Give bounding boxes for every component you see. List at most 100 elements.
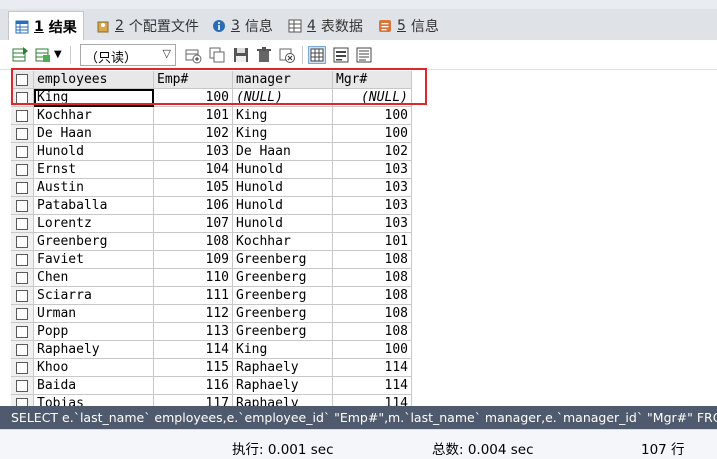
table-row[interactable]: Faviet 109 Greenberg 108	[11, 251, 412, 269]
cell-employees[interactable]: Pataballa	[34, 197, 154, 215]
table-row[interactable]: Khoo 115 Raphaely 114	[11, 359, 412, 377]
row-selector-cell[interactable]	[11, 359, 34, 377]
cell-manager[interactable]: De Haan	[233, 143, 333, 161]
cell-mgr-id[interactable]: 103	[333, 179, 412, 197]
tab-results[interactable]: 1 结果	[8, 11, 84, 41]
cell-mgr-id[interactable]: 108	[333, 251, 412, 269]
cell-mgr-id[interactable]: 103	[333, 197, 412, 215]
row-selector-cell[interactable]	[11, 197, 34, 215]
row-checkbox[interactable]	[16, 128, 28, 140]
row-selector-cell[interactable]	[11, 269, 34, 287]
grid-view-icon[interactable]	[308, 46, 326, 64]
result-grid[interactable]: employees Emp# manager Mgr# King 100 (NULL…	[11, 70, 412, 406]
cell-emp-id[interactable]: 106	[154, 197, 233, 215]
import-icon[interactable]	[34, 46, 52, 64]
cell-mgr-id[interactable]: 114	[333, 359, 412, 377]
table-row[interactable]: Raphaely 114 King 100	[11, 341, 412, 359]
cell-manager[interactable]: Kochhar	[233, 233, 333, 251]
row-selector-cell[interactable]	[11, 107, 34, 125]
cell-mgr-id[interactable]: 103	[333, 215, 412, 233]
row-checkbox[interactable]	[16, 146, 28, 158]
table-row[interactable]: Popp 113 Greenberg 108	[11, 323, 412, 341]
cell-employees[interactable]: Chen	[34, 269, 154, 287]
cell-emp-id[interactable]: 101	[154, 107, 233, 125]
cell-emp-id[interactable]: 115	[154, 359, 233, 377]
row-checkbox[interactable]	[16, 272, 28, 284]
row-selector-cell[interactable]	[11, 233, 34, 251]
cell-manager[interactable]: Hunold	[233, 179, 333, 197]
cell-emp-id[interactable]: 116	[154, 377, 233, 395]
table-row[interactable]: Austin 105 Hunold 103	[11, 179, 412, 197]
row-checkbox[interactable]	[16, 218, 28, 230]
table-row[interactable]: De Haan 102 King 100	[11, 125, 412, 143]
row-checkbox[interactable]	[16, 326, 28, 338]
tab-info[interactable]: 3 信息	[206, 12, 279, 40]
table-row[interactable]: Hunold 103 De Haan 102	[11, 143, 412, 161]
row-selector-cell[interactable]	[11, 305, 34, 323]
cell-employees[interactable]: Sciarra	[34, 287, 154, 305]
row-selector-cell[interactable]	[11, 341, 34, 359]
cell-mgr-id[interactable]: 114	[333, 377, 412, 395]
row-selector-cell[interactable]	[11, 125, 34, 143]
cell-mgr-id[interactable]: 108	[333, 323, 412, 341]
cell-manager[interactable]: Raphaely	[233, 395, 333, 406]
tab-table-data[interactable]: 4 表数据	[282, 12, 369, 40]
tab-profiles[interactable]: 2 个配置文件	[90, 12, 205, 40]
cell-employees[interactable]: Khoo	[34, 359, 154, 377]
row-checkbox[interactable]	[16, 308, 28, 320]
cell-mgr-id[interactable]: 102	[333, 143, 412, 161]
row-selector-cell[interactable]	[11, 179, 34, 197]
row-checkbox[interactable]	[16, 200, 28, 212]
cell-emp-id[interactable]: 105	[154, 179, 233, 197]
cell-employees[interactable]: Faviet	[34, 251, 154, 269]
delete-icon[interactable]	[255, 46, 273, 64]
cell-mgr-id[interactable]: 108	[333, 269, 412, 287]
cell-employees[interactable]: Ernst	[34, 161, 154, 179]
row-checkbox[interactable]	[16, 182, 28, 194]
cell-manager[interactable]: Greenberg	[233, 287, 333, 305]
table-row[interactable]: Greenberg 108 Kochhar 101	[11, 233, 412, 251]
table-row[interactable]: Kochhar 101 King 100	[11, 107, 412, 125]
cell-manager[interactable]: Greenberg	[233, 305, 333, 323]
tab-info-2[interactable]: 5 信息	[372, 12, 445, 40]
cell-emp-id[interactable]: 111	[154, 287, 233, 305]
add-row-icon[interactable]	[184, 46, 202, 64]
cell-emp-id[interactable]: 103	[154, 143, 233, 161]
cell-emp-id[interactable]: 114	[154, 341, 233, 359]
cell-manager[interactable]: Raphaely	[233, 377, 333, 395]
cell-employees[interactable]: Popp	[34, 323, 154, 341]
cell-employees[interactable]: Greenberg	[34, 233, 154, 251]
cell-manager[interactable]: King	[233, 125, 333, 143]
row-checkbox[interactable]	[16, 380, 28, 392]
table-row[interactable]: Ernst 104 Hunold 103	[11, 161, 412, 179]
cell-manager[interactable]: Hunold	[233, 161, 333, 179]
row-selector-cell[interactable]	[11, 251, 34, 269]
cell-mgr-id[interactable]: 100	[333, 341, 412, 359]
table-row[interactable]: Sciarra 111 Greenberg 108	[11, 287, 412, 305]
cell-mgr-id[interactable]: 108	[333, 287, 412, 305]
row-selector-cell[interactable]	[11, 161, 34, 179]
cell-manager[interactable]: Greenberg	[233, 323, 333, 341]
cell-employees[interactable]: Urman	[34, 305, 154, 323]
cell-manager[interactable]: King	[233, 341, 333, 359]
cell-emp-id[interactable]: 112	[154, 305, 233, 323]
text-view-icon[interactable]	[355, 46, 373, 64]
cell-emp-id[interactable]: 104	[154, 161, 233, 179]
row-checkbox[interactable]	[16, 164, 28, 176]
cell-emp-id[interactable]: 110	[154, 269, 233, 287]
row-checkbox[interactable]	[16, 290, 28, 302]
cell-employees[interactable]: Lorentz	[34, 215, 154, 233]
cell-employees[interactable]: De Haan	[34, 125, 154, 143]
row-selector-cell[interactable]	[11, 143, 34, 161]
row-selector-cell[interactable]	[11, 287, 34, 305]
cell-employees[interactable]: Raphaely	[34, 341, 154, 359]
cell-mgr-id[interactable]: 103	[333, 161, 412, 179]
row-selector-cell[interactable]	[11, 377, 34, 395]
cell-manager[interactable]: Greenberg	[233, 251, 333, 269]
readonly-select[interactable]: （只读） ▽	[80, 44, 176, 66]
cell-manager[interactable]: King	[233, 107, 333, 125]
row-checkbox[interactable]	[16, 254, 28, 266]
cell-employees[interactable]: Hunold	[34, 143, 154, 161]
cell-employees[interactable]: Tobias	[34, 395, 154, 406]
table-row[interactable]: Baida 116 Raphaely 114	[11, 377, 412, 395]
